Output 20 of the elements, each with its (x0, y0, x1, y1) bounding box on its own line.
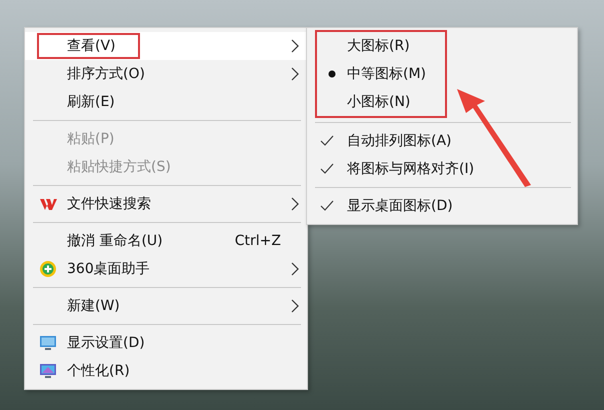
menu-item[interactable]: 显示桌面图标(D) (307, 192, 577, 220)
plus-circle-icon (39, 260, 57, 278)
menu-item[interactable]: 撤消 重命名(U) Ctrl+Z (25, 227, 307, 255)
menu-item[interactable]: 文件快速搜索 (25, 190, 307, 218)
wps-logo-icon (39, 197, 57, 211)
menu-item[interactable]: 新建(W) (25, 292, 307, 320)
menu-item[interactable]: 查看(V) (25, 32, 307, 60)
menu-item[interactable]: 小图标(N) (317, 88, 445, 116)
menu-item[interactable]: 将图标与网格对齐(I) (307, 155, 577, 183)
monitor-icon (39, 363, 57, 379)
menu-item[interactable]: 显示设置(D) (25, 329, 307, 357)
annotation-highlight: 查看(V) (37, 33, 140, 59)
menu-item[interactable]: 个性化(R) (25, 357, 307, 385)
menu-item[interactable]: 中等图标(M) (317, 60, 445, 88)
menu-item[interactable]: 排序方式(O) (25, 60, 307, 88)
menu-item[interactable]: 自动排列图标(A) (307, 127, 577, 155)
menu-item[interactable]: 刷新(E) (25, 88, 307, 116)
menu-item[interactable]: 大图标(R) (317, 32, 445, 60)
menu-item[interactable]: 360桌面助手 (25, 255, 307, 283)
monitor-icon (39, 335, 57, 351)
